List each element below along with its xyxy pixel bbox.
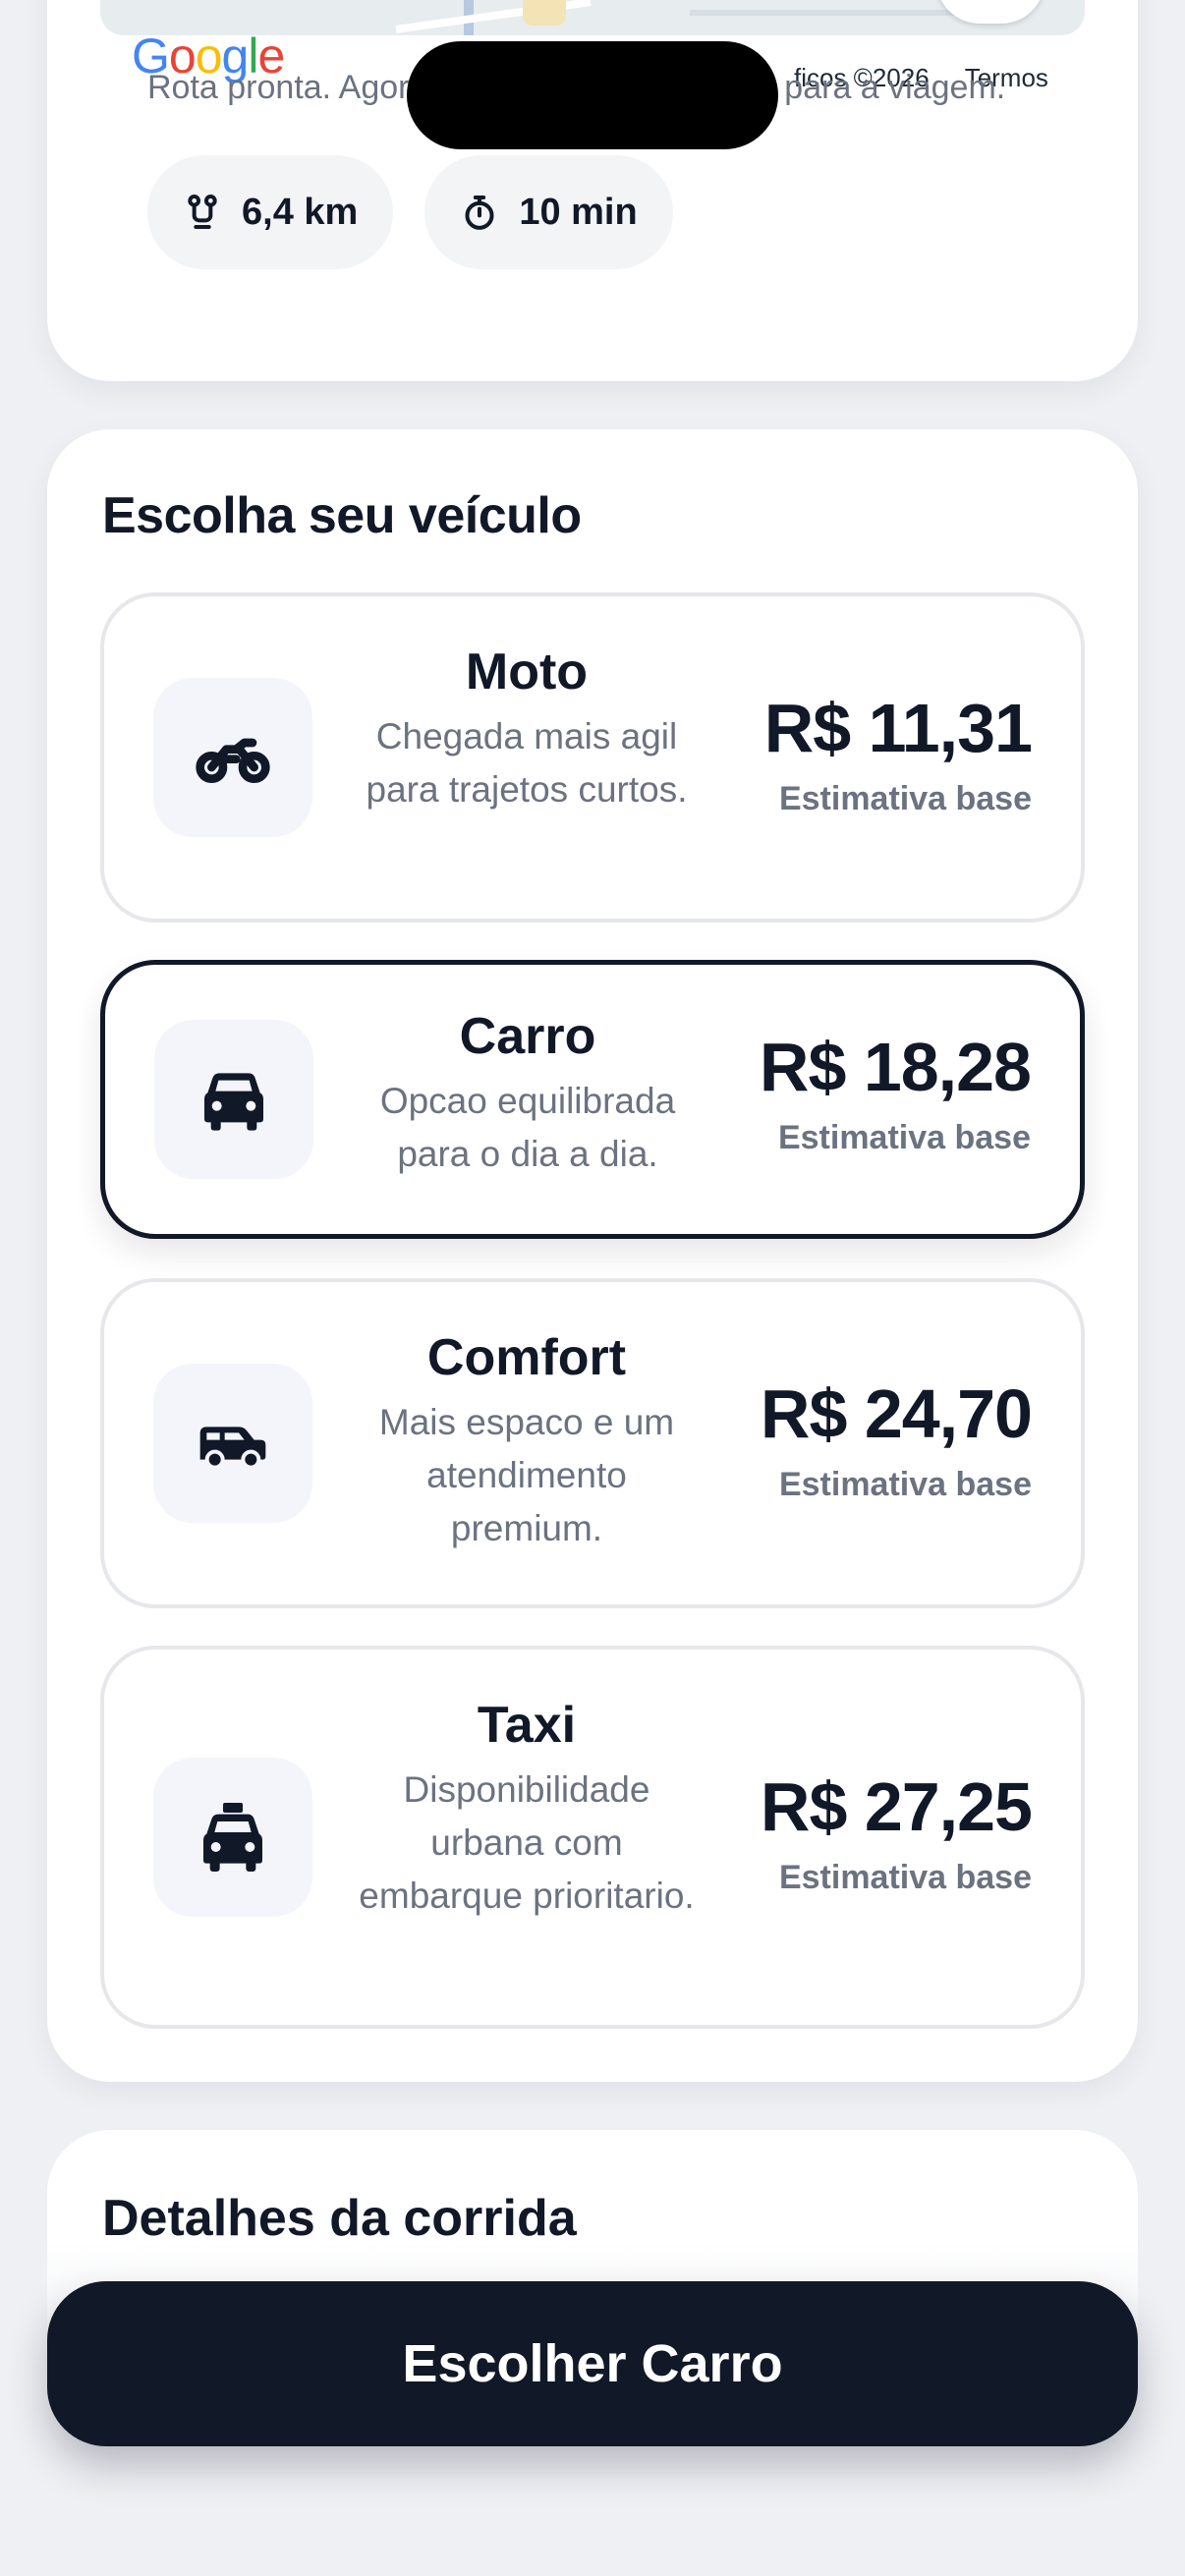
distance-chip: 6,4 km [147,155,394,269]
motorcycle-icon [196,738,270,783]
vehicle-description: Mais espaco e um atendimento premium. [378,1402,675,1548]
choose-vehicle-button[interactable]: Escolher Carro [47,2281,1138,2446]
ride-booking-screen: Google ficos ©2026 Termos Rota pronta. Ag… [0,0,1185,2576]
taxi-icon [203,1803,262,1872]
vehicle-icon-box [153,1364,312,1523]
ride-details-title: Detalhes da corrida [102,2190,577,2247]
duration-chip: 10 min [424,155,673,269]
vehicle-price: R$ 24,70 Estimativa base [760,1375,1033,1504]
vehicle-description: Disponibilidade urbana com embarque prio… [359,1769,695,1916]
price-value: R$ 11,31 [763,690,1033,766]
price-value: R$ 24,70 [760,1375,1033,1452]
price-note: Estimativa base [778,1859,1032,1896]
vehicle-name: Carro [459,1008,596,1065]
duration-value: 10 min [519,191,638,233]
vehicle-selection-card: Escolha seu veículo Moto Chegada mais ag… [47,429,1138,2082]
vehicle-info: Taxi Disponibilidade urbana com embarque… [350,1695,704,1922]
vehicle-price: R$ 18,28 Estimativa base [759,1029,1032,1157]
vehicle-option-comfort[interactable]: Comfort Mais espaco e um atendimento pre… [100,1278,1085,1608]
vehicle-section-title: Escolha seu veículo [102,487,582,544]
stopwatch-icon [465,196,494,230]
vehicle-name: Comfort [426,1329,627,1386]
price-note: Estimativa base [778,780,1032,817]
price-note: Estimativa base [778,1466,1032,1503]
vehicle-description: Opcao equilibrada para o dia a dia. [379,1081,676,1175]
vehicle-option-taxi[interactable]: Taxi Disponibilidade urbana com embarque… [100,1646,1085,2029]
price-note: Estimativa base [777,1119,1031,1156]
vehicle-description: Chegada mais agil para trajetos curtos. [366,716,688,811]
vehicle-info: Carro Opcao equilibrada para o dia a dia… [351,1006,705,1181]
map-poi [523,0,566,26]
vehicle-info: Comfort Mais espaco e um atendimento pre… [350,1327,704,1554]
vehicle-info: Moto Chegada mais agil para trajetos cur… [350,642,704,816]
suv-icon [199,1427,266,1470]
device-notch [407,41,778,149]
map-road [690,10,965,16]
vehicle-price: R$ 27,25 Estimativa base [760,1768,1033,1897]
vehicle-icon-box [153,1758,312,1917]
vehicle-name: Moto [465,644,589,700]
vehicle-option-carro[interactable]: Carro Opcao equilibrada para o dia a dia… [100,960,1085,1239]
price-value: R$ 18,28 [759,1029,1032,1105]
vehicle-price: R$ 11,31 Estimativa base [763,690,1033,818]
route-icon [188,195,217,229]
car-icon [204,1073,263,1131]
vehicle-icon-box [154,1020,313,1179]
vehicle-name: Taxi [477,1697,577,1754]
distance-value: 6,4 km [242,191,359,233]
vehicle-icon-box [153,678,312,837]
vehicle-option-moto[interactable]: Moto Chegada mais agil para trajetos cur… [100,592,1085,923]
route-stats: 6,4 km 10 min [147,155,673,269]
price-value: R$ 27,25 [760,1768,1033,1845]
